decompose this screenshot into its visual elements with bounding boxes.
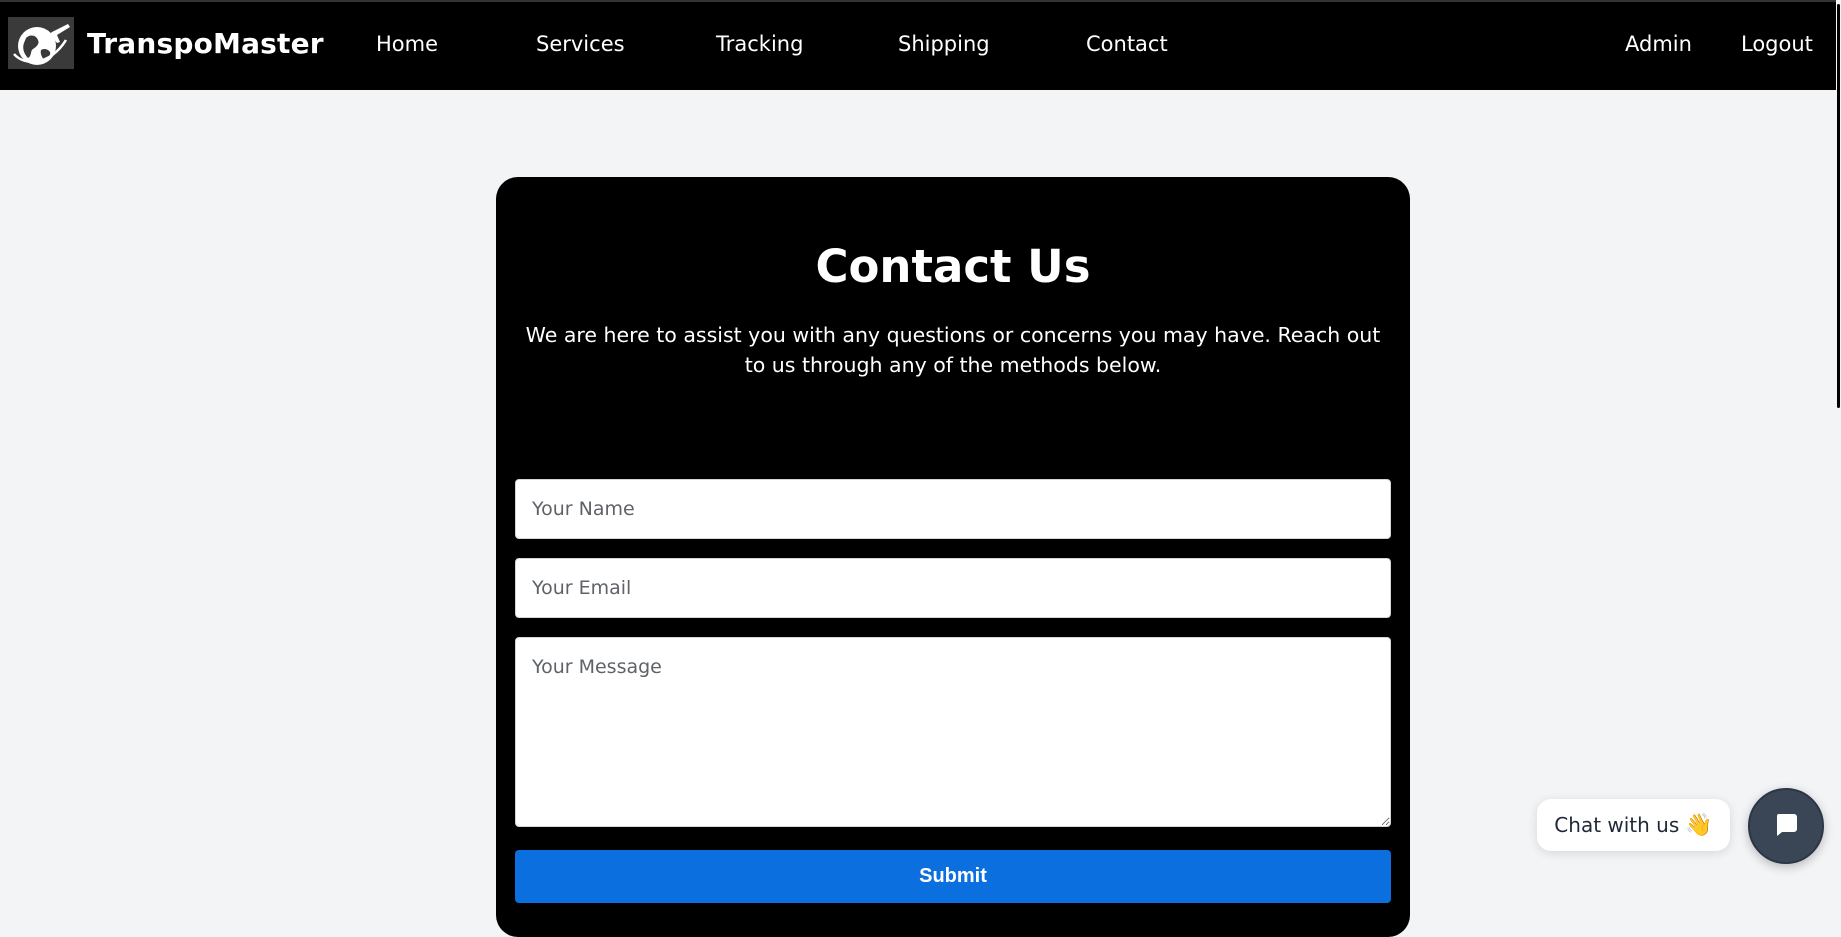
brand-home-link[interactable]: TranspoMaster: [8, 17, 324, 69]
brand-name: TranspoMaster: [87, 26, 324, 60]
contact-card: Contact Us We are here to assist you wit…: [496, 177, 1410, 937]
chat-prompt-bubble[interactable]: Chat with us 👋: [1537, 799, 1730, 851]
email-field[interactable]: [515, 558, 1391, 618]
name-field[interactable]: [515, 479, 1391, 539]
chat-launcher-button[interactable]: [1748, 788, 1824, 864]
nav-link-logout[interactable]: Logout: [1741, 30, 1813, 58]
nav-link-home[interactable]: Home: [376, 30, 438, 58]
chat-prompt-text: Chat with us: [1554, 813, 1680, 837]
page-scrollbar-thumb[interactable]: [1837, 4, 1840, 408]
submit-button[interactable]: Submit: [515, 850, 1391, 903]
nav-link-shipping[interactable]: Shipping: [898, 30, 990, 58]
nav-link-services[interactable]: Services: [536, 30, 625, 58]
nav-link-admin[interactable]: Admin: [1625, 30, 1692, 58]
nav-link-tracking[interactable]: Tracking: [716, 30, 803, 58]
top-navbar: TranspoMaster Home Services Tracking Shi…: [0, 0, 1841, 90]
chat-icon: [1772, 810, 1800, 842]
contact-description: We are here to assist you with any quest…: [525, 323, 1381, 377]
page-title: Contact Us: [815, 240, 1091, 293]
waving-hand-icon: 👋: [1685, 812, 1713, 838]
globe-airplane-logo: [8, 17, 74, 69]
nav-link-contact[interactable]: Contact: [1086, 30, 1168, 58]
message-field[interactable]: [515, 637, 1391, 827]
